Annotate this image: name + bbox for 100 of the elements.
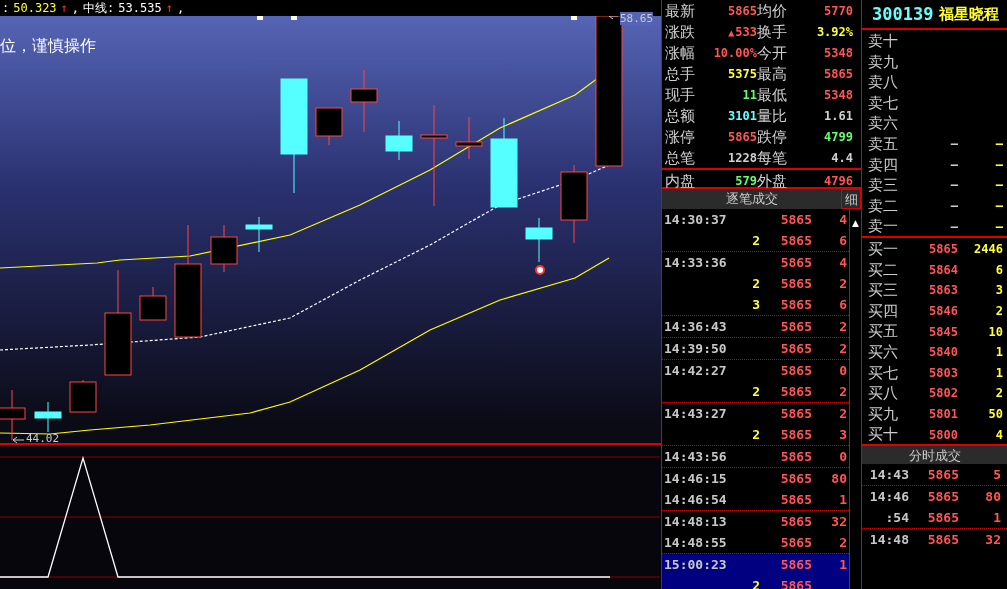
trade-price: 5865 — [926, 509, 959, 525]
trade-group[interactable]: 14:39:50 5865 2 — [662, 337, 849, 359]
quote-label: 最低 — [757, 85, 788, 106]
trade-time: 14:46:54 — [664, 492, 726, 507]
trade-time: 14:46:15 — [664, 471, 726, 486]
section-title: 逐笔成交 — [724, 190, 779, 208]
quote-value: 5375 — [727, 67, 757, 82]
detail-button[interactable]: 细 — [841, 189, 861, 209]
candlestick — [245, 216, 273, 253]
trade-time: 15:00:23 — [664, 557, 726, 572]
separator-text: , — [176, 1, 185, 15]
quote-value: 5865 — [727, 4, 757, 19]
order-price: 5840 — [928, 345, 958, 360]
trade-price: 5865 — [779, 276, 812, 291]
quote-label: 现手 — [665, 85, 696, 106]
trade-price: 5865 — [779, 363, 812, 378]
trade-price: 5865 — [779, 492, 812, 507]
trade-price: 5865 — [779, 212, 812, 227]
quote-value: 1228 — [727, 151, 757, 166]
trade-group[interactable]: 14:46:15 5865 80 14:46:54 5865 1 — [662, 467, 849, 510]
order-level-label: 卖十 — [868, 31, 899, 52]
order-price: 5802 — [928, 386, 958, 401]
signal-marker-icon — [535, 265, 545, 275]
quote-value: 3101 — [727, 109, 757, 124]
order-level-label: 卖六 — [868, 113, 899, 135]
quote-label: 每笔 — [757, 148, 788, 169]
trade-price: 5865 — [779, 449, 812, 464]
candlestick — [315, 107, 343, 146]
leader-arrow-icon — [608, 16, 619, 20]
trade-price: 5865 — [779, 535, 812, 550]
quote-value: 533 — [735, 25, 757, 40]
high-price-label: 58.65 — [620, 12, 654, 25]
order-volume: 1 — [994, 345, 1003, 360]
trade-volume: 2 — [838, 535, 847, 550]
section-title: 分时成交 — [862, 443, 1007, 464]
order-level-label: 卖八 — [868, 72, 899, 94]
order-volume: 50 — [987, 406, 1003, 421]
order-price: – — [949, 137, 958, 152]
trade-volume: 6 — [838, 233, 847, 248]
trade-volume: 80 — [830, 471, 847, 486]
order-volume: – — [994, 219, 1003, 234]
trade-count: 2 — [751, 427, 760, 442]
trade-group[interactable]: 14:43:56 5865 0 — [662, 445, 849, 467]
order-level-label: 买五 — [868, 321, 899, 343]
quote-value: 5770 — [823, 4, 853, 19]
indicator-label: : — [2, 1, 10, 15]
trade-volume: 32 — [830, 514, 847, 529]
trade-price: 5865 — [926, 466, 959, 482]
trade-price: 5865 — [779, 427, 812, 442]
trade-price: 5865 — [779, 341, 812, 356]
low-price-label: 44.02 — [26, 432, 60, 445]
candlestick — [34, 401, 62, 433]
quote-value: 11 — [741, 88, 757, 103]
order-level-label: 买十 — [868, 424, 899, 446]
trade-price: 5865 — [779, 319, 812, 334]
trade-group[interactable]: 14:30:37 5865 4 2 5865 6 — [662, 209, 849, 251]
candlestick — [385, 120, 413, 161]
candlestick — [0, 389, 26, 441]
trade-volume: 32 — [984, 531, 1001, 547]
trade-volume: 1 — [838, 557, 847, 572]
trade-group[interactable]: 14:33:36 5865 4 2 5865 2 3 5865 6 — [662, 251, 849, 315]
trade-count: 2 — [751, 276, 760, 291]
trend-arrow-icon: ↑ — [60, 1, 68, 15]
stock-code: 300139 — [872, 4, 934, 24]
quote-label: 最高 — [757, 64, 788, 85]
candlestick — [525, 217, 553, 263]
trade-price: 5865 — [779, 514, 812, 529]
quote-value: 4799 — [823, 130, 853, 145]
trade-price: 5865 — [926, 531, 959, 547]
trade-time: 14:43 — [868, 466, 909, 482]
order-volume: – — [994, 137, 1003, 152]
quote-label: 今开 — [757, 43, 788, 64]
scroll-up-button[interactable]: ▲ — [850, 217, 861, 230]
trade-group[interactable]: 14:43:27 5865 2 2 5865 3 — [662, 402, 849, 445]
trade-volume: 2 — [838, 406, 847, 421]
quote-label: 最新 — [665, 1, 696, 22]
order-level-label: 买九 — [868, 403, 899, 425]
trade-volume: 1 — [992, 509, 1001, 525]
quote-value: 5348 — [823, 46, 853, 61]
trade-price: 5865 — [779, 384, 812, 399]
trade-time: 14:33:36 — [664, 255, 726, 270]
trade-time: 14:43:56 — [664, 449, 726, 464]
order-price: 5864 — [928, 262, 958, 277]
order-level-label: 卖二 — [868, 195, 899, 217]
order-level-label: 买二 — [868, 259, 899, 281]
quote-value: 579 — [734, 174, 757, 189]
trade-volume: 1 — [838, 492, 847, 507]
trade-volume: 6 — [838, 297, 847, 312]
trade-volume: 4 — [838, 212, 847, 227]
trend-arrow-icon: ↑ — [165, 1, 173, 15]
trade-group[interactable]: 14:36:43 5865 2 — [662, 315, 849, 337]
warning-text: 位，谨慎操作 — [0, 35, 96, 57]
quote-value: 1.61 — [823, 109, 853, 124]
trade-group[interactable]: 14:42:27 5865 0 2 5865 2 — [662, 359, 849, 402]
trade-price: 5865 — [779, 297, 812, 312]
trade-count: 2 — [751, 384, 760, 399]
trade-time: 14:39:50 — [664, 341, 726, 356]
trade-volume: 2 — [838, 384, 847, 399]
order-price: – — [949, 157, 958, 172]
trade-time: 14:48 — [868, 531, 909, 547]
